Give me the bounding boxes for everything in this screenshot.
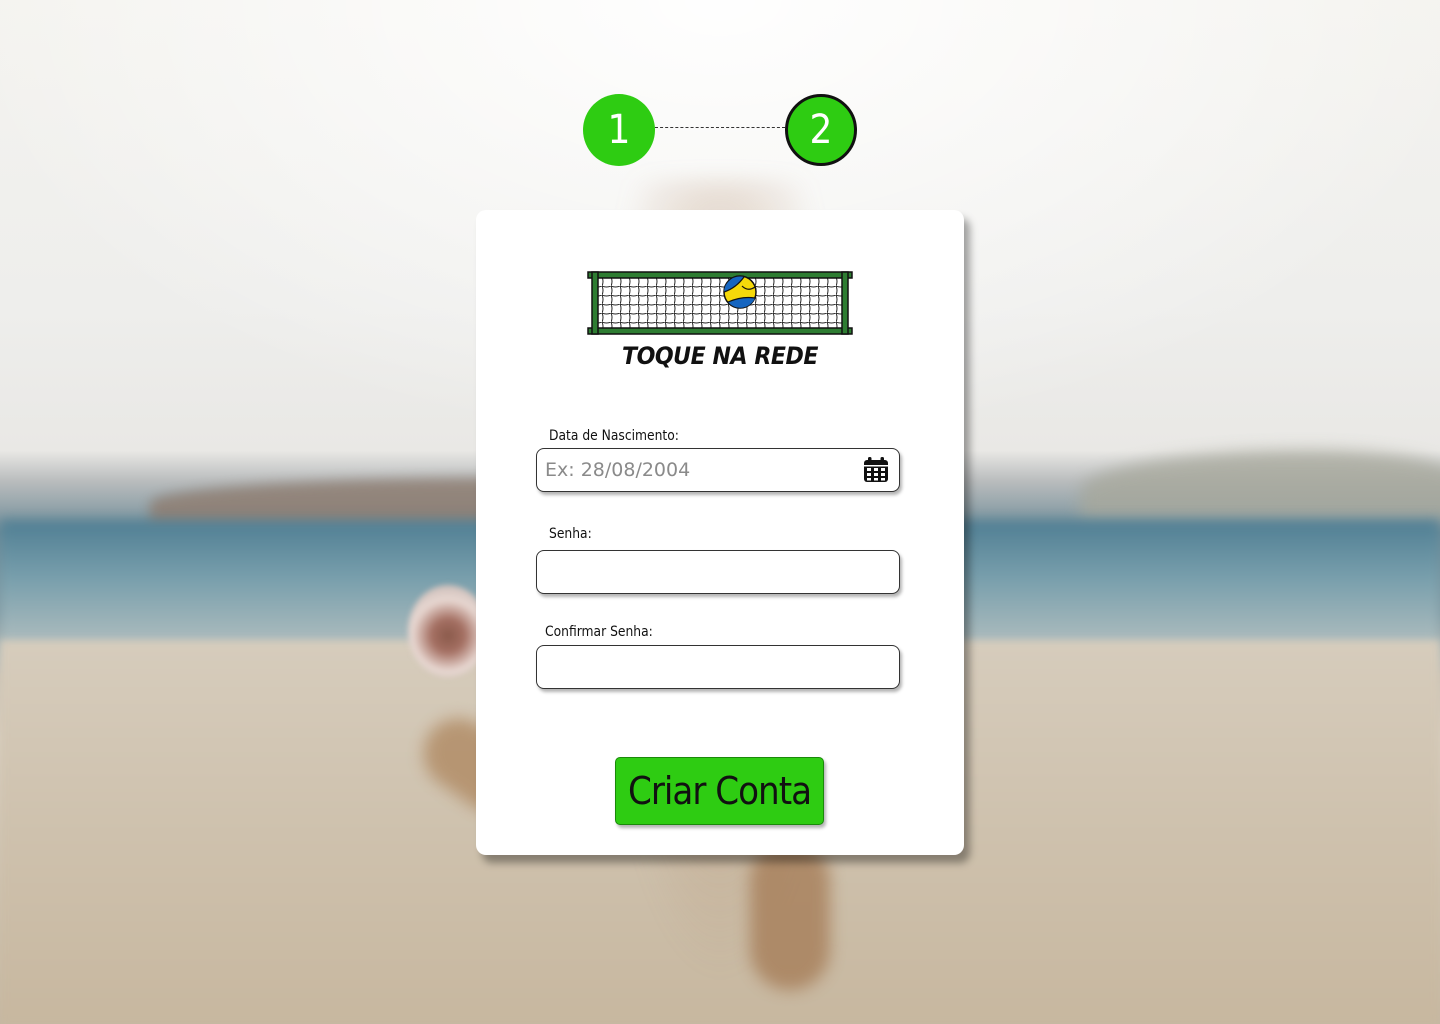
confirm-password-field-wrapper [536, 645, 900, 689]
birthdate-label: Data de Nascimento: [549, 428, 679, 444]
step-1-indicator: 1 [583, 94, 655, 166]
step-connector [655, 127, 785, 128]
password-input[interactable] [537, 551, 895, 593]
birthdate-input[interactable] [537, 449, 855, 491]
confirm-password-label: Confirmar Senha: [545, 624, 653, 640]
signup-card: TOQUE NA REDE Data de Nascimento: Senha:… [476, 210, 964, 855]
create-account-button[interactable]: Criar Conta [615, 757, 824, 825]
brand-logo: TOQUE NA REDE [584, 268, 856, 380]
birthdate-field-wrapper [536, 448, 900, 492]
password-field-wrapper [536, 550, 900, 594]
step-2-indicator: 2 [785, 94, 857, 166]
password-label: Senha: [549, 526, 592, 542]
volleyball-net-logo-icon [587, 271, 853, 335]
registration-stepper: 1 2 [583, 94, 859, 168]
brand-name: TOQUE NA REDE [621, 342, 819, 370]
confirm-password-input[interactable] [537, 646, 895, 688]
calendar-icon[interactable] [863, 457, 889, 483]
